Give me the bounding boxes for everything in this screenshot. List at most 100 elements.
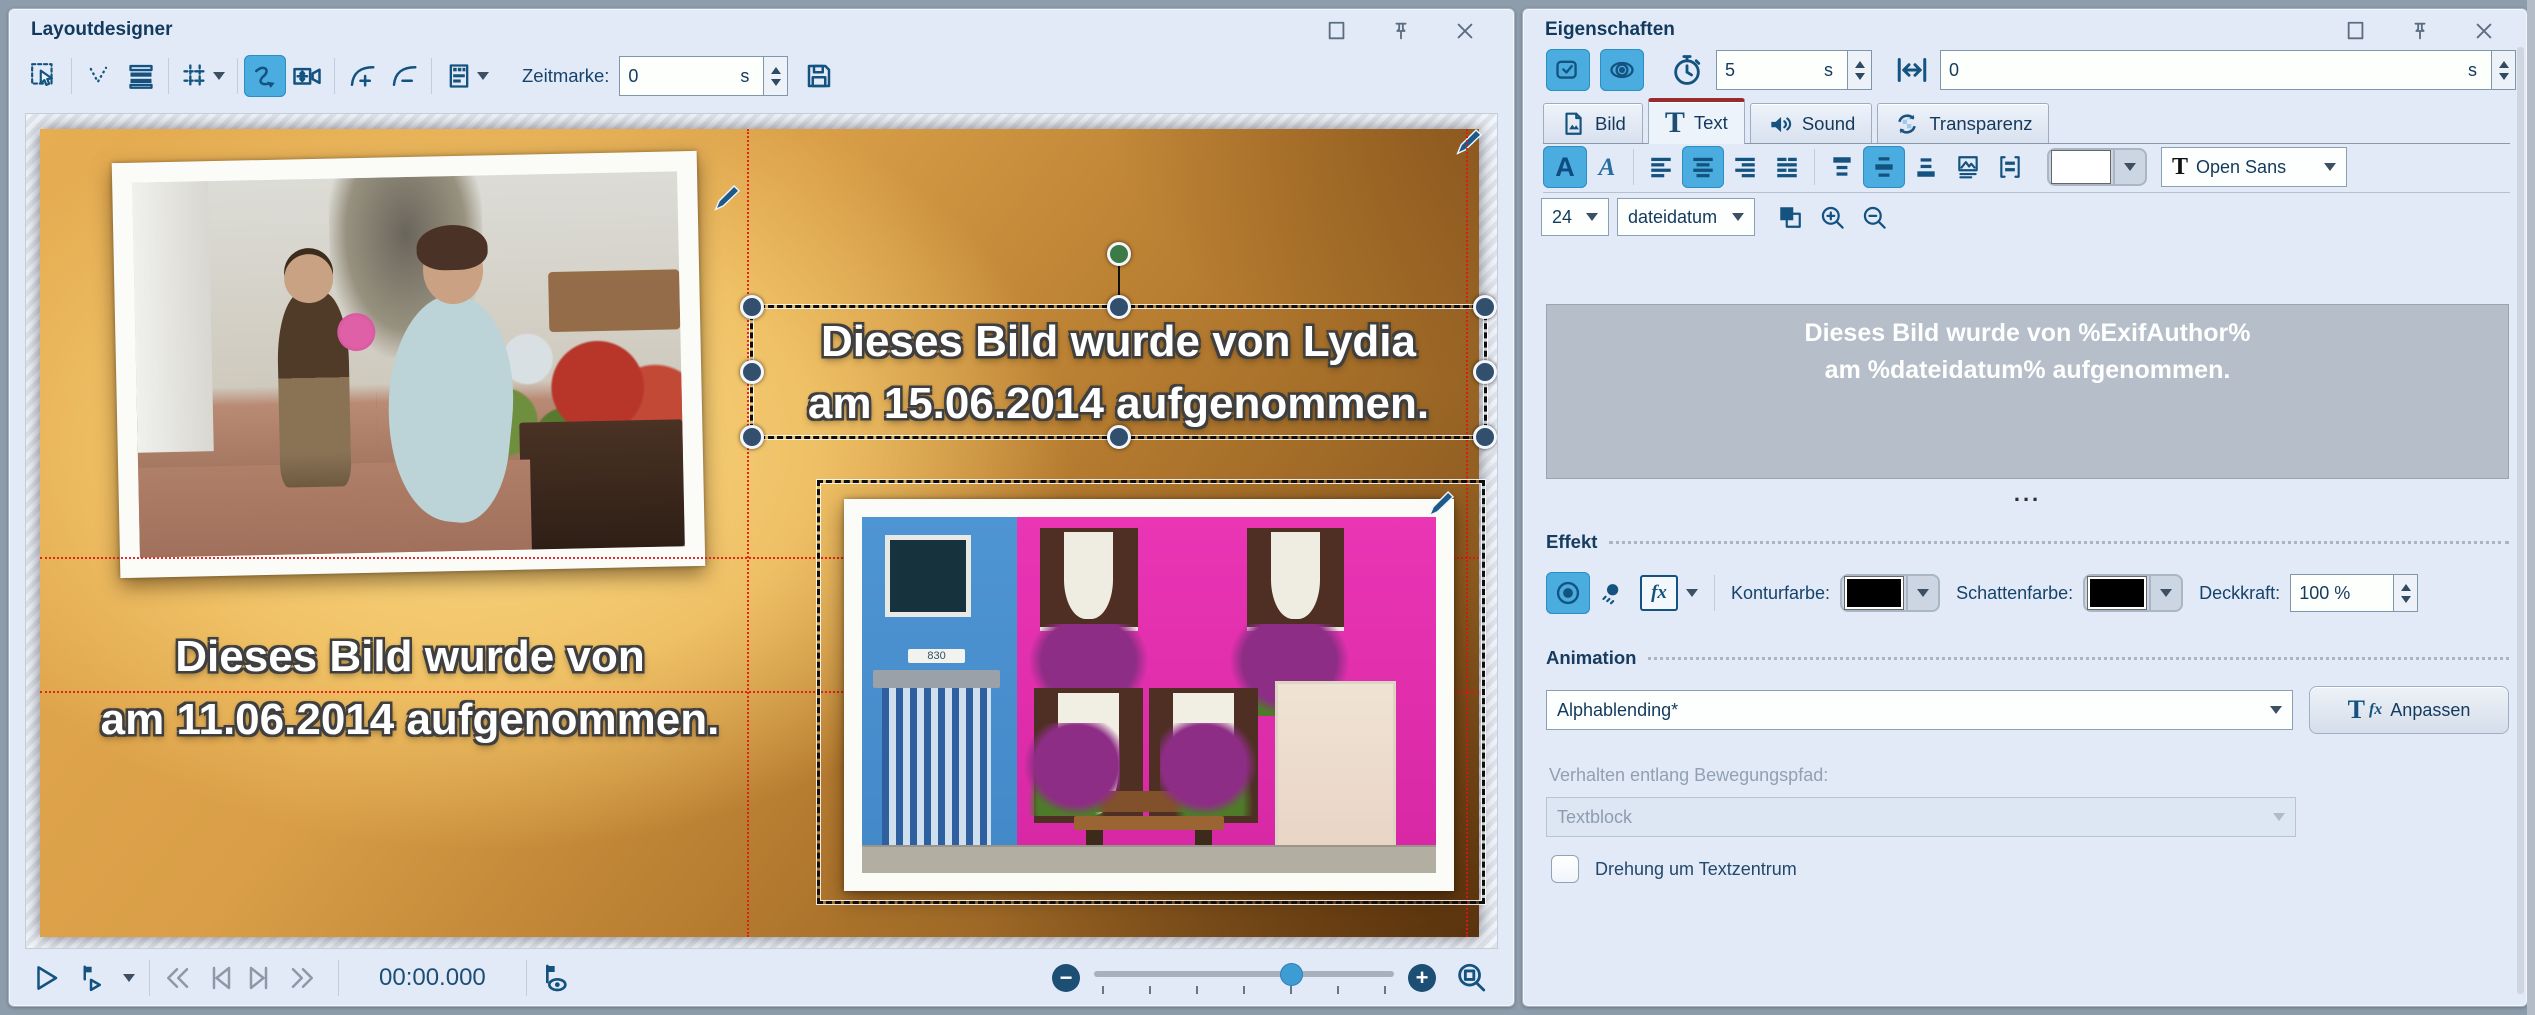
font-size-select[interactable]: 24: [1541, 198, 1609, 236]
timeoffset-spinner[interactable]: [2492, 50, 2516, 90]
photo-right-frame[interactable]: 830: [844, 499, 1454, 891]
drehung-checkbox[interactable]: [1551, 855, 1579, 883]
selection-handle-s[interactable]: [1107, 425, 1131, 449]
maximize-icon[interactable]: [1326, 20, 1348, 42]
tab-text[interactable]: T Text: [1648, 98, 1745, 144]
selection-handle-e[interactable]: [1473, 360, 1497, 384]
variable-select[interactable]: dateidatum: [1617, 198, 1755, 236]
rotation-handle[interactable]: [1107, 242, 1131, 266]
textbox-mode-button[interactable]: [1989, 146, 2031, 188]
grid-dropdown-arrow[interactable]: [213, 72, 225, 80]
schattenfarbe-picker[interactable]: [2083, 574, 2183, 612]
object-enabled-toggle[interactable]: [1546, 49, 1590, 91]
next-frame-button[interactable]: [240, 957, 282, 999]
rewind-button[interactable]: [156, 957, 198, 999]
maximize-icon[interactable]: [2345, 20, 2367, 42]
edit-brush-icon[interactable]: [710, 181, 744, 215]
save-timemark-button[interactable]: [798, 55, 840, 97]
remove-curve-point-button[interactable]: [383, 55, 425, 97]
konturfarbe-picker[interactable]: [1840, 574, 1940, 612]
play-from-timemark-button[interactable]: [67, 957, 115, 999]
image-in-text-button[interactable]: [1947, 146, 1989, 188]
photo-left-frame[interactable]: [112, 151, 706, 578]
selected-text-object[interactable]: Dieses Bild wurde von Lydia am 15.06.201…: [750, 305, 1487, 439]
text-color-picker[interactable]: [2047, 148, 2147, 186]
schattenfarbe-dropdown[interactable]: [2149, 576, 2181, 610]
valign-middle-button[interactable]: [1863, 146, 1905, 188]
slide-background[interactable]: 830: [40, 129, 1479, 937]
layers-tool-button[interactable]: [120, 55, 162, 97]
selection-handle-w[interactable]: [740, 360, 764, 384]
selection-handle-ne[interactable]: [1473, 295, 1497, 319]
tab-transparenz[interactable]: Transparenz: [1877, 103, 2049, 143]
pin-icon[interactable]: [2409, 20, 2431, 42]
show-timemark-button[interactable]: [533, 957, 575, 999]
layout-canvas[interactable]: 830: [25, 113, 1498, 949]
timeoffset-input[interactable]: 0 s: [1940, 50, 2492, 90]
italic-button[interactable]: A: [1587, 146, 1627, 188]
align-center-button[interactable]: [1682, 146, 1724, 188]
add-curve-point-button[interactable]: [341, 55, 383, 97]
zeitmarke-input[interactable]: 0 s: [619, 56, 764, 96]
valign-bottom-button[interactable]: [1905, 146, 1947, 188]
selection-handle-se[interactable]: [1473, 425, 1497, 449]
select-tool-button[interactable]: [23, 55, 65, 97]
selection-handle-nw[interactable]: [740, 295, 764, 319]
bold-button[interactable]: A: [1543, 146, 1587, 188]
selection-handle-n[interactable]: [1107, 295, 1131, 319]
panel-scrollbar[interactable]: [2517, 47, 2524, 994]
zoom-slider-track[interactable]: [1094, 971, 1394, 977]
tab-sound[interactable]: Sound: [1750, 103, 1873, 143]
duration-input[interactable]: 5 s: [1716, 50, 1848, 90]
zoom-fit-button[interactable]: [1450, 957, 1492, 999]
play-button[interactable]: [25, 957, 67, 999]
font-zoom-in-button[interactable]: [1811, 196, 1853, 238]
tab-bild[interactable]: Bild: [1543, 103, 1643, 143]
object-visibility-toggle[interactable]: [1600, 49, 1644, 91]
previous-frame-button[interactable]: [198, 957, 240, 999]
edit-brush-icon[interactable]: [1452, 125, 1486, 159]
anpassen-button[interactable]: T fx Anpassen: [2309, 686, 2509, 734]
zoom-slider-thumb[interactable]: [1280, 963, 1303, 986]
animation-select[interactable]: Alphablending*: [1546, 690, 2293, 730]
schattenfarbe-swatch[interactable]: [2088, 577, 2146, 609]
selection-handle-sw[interactable]: [740, 425, 764, 449]
fx-dropdown-arrow[interactable]: [1686, 589, 1698, 597]
grid-tool-button[interactable]: [175, 55, 231, 97]
align-left-button[interactable]: [1640, 146, 1682, 188]
point-select-tool-button[interactable]: [78, 55, 120, 97]
edit-brush-icon[interactable]: [1424, 487, 1458, 521]
align-justify-button[interactable]: [1766, 146, 1808, 188]
close-icon[interactable]: [2473, 20, 2495, 42]
camera-pan-tool-button[interactable]: [286, 55, 328, 97]
font-family-select[interactable]: T Open Sans: [2161, 147, 2347, 187]
close-icon[interactable]: [1454, 20, 1476, 42]
timeline-list-button[interactable]: [438, 55, 496, 97]
canvas-zoom-slider[interactable]: [1094, 962, 1394, 994]
zoom-out-canvas-button[interactable]: −: [1052, 964, 1080, 992]
text-color-dropdown[interactable]: [2113, 150, 2145, 184]
align-right-button[interactable]: [1724, 146, 1766, 188]
copy-format-button[interactable]: [1769, 196, 1811, 238]
deckkraft-spinner[interactable]: [2394, 574, 2418, 612]
zoom-in-canvas-button[interactable]: +: [1408, 964, 1436, 992]
valign-top-button[interactable]: [1821, 146, 1863, 188]
font-zoom-out-button[interactable]: [1853, 196, 1895, 238]
duration-spinner[interactable]: [1848, 50, 1872, 90]
text-editor-area[interactable]: Dieses Bild wurde von %ExifAuthor% am %d…: [1546, 304, 2509, 479]
outline-effect-toggle[interactable]: [1546, 572, 1590, 614]
fx-effects-button[interactable]: fx: [1640, 575, 1678, 611]
play-options-dropdown-arrow[interactable]: [123, 974, 135, 982]
konturfarbe-dropdown[interactable]: [1906, 576, 1938, 610]
static-text-object[interactable]: Dieses Bild wurde von am 11.06.2014 aufg…: [70, 625, 750, 751]
zeitmarke-spinner[interactable]: [764, 56, 788, 96]
konturfarbe-swatch[interactable]: [1845, 577, 1903, 609]
pin-icon[interactable]: [1390, 20, 1412, 42]
fast-forward-button[interactable]: [282, 957, 324, 999]
editor-expander[interactable]: ...: [1546, 489, 2509, 499]
timeline-list-dropdown-arrow[interactable]: [477, 72, 489, 80]
deckkraft-input[interactable]: 100 %: [2290, 574, 2394, 612]
shadow-effect-toggle[interactable]: [1590, 572, 1632, 614]
motion-path-tool-button[interactable]: [244, 55, 286, 97]
text-color-swatch[interactable]: [2052, 151, 2110, 183]
